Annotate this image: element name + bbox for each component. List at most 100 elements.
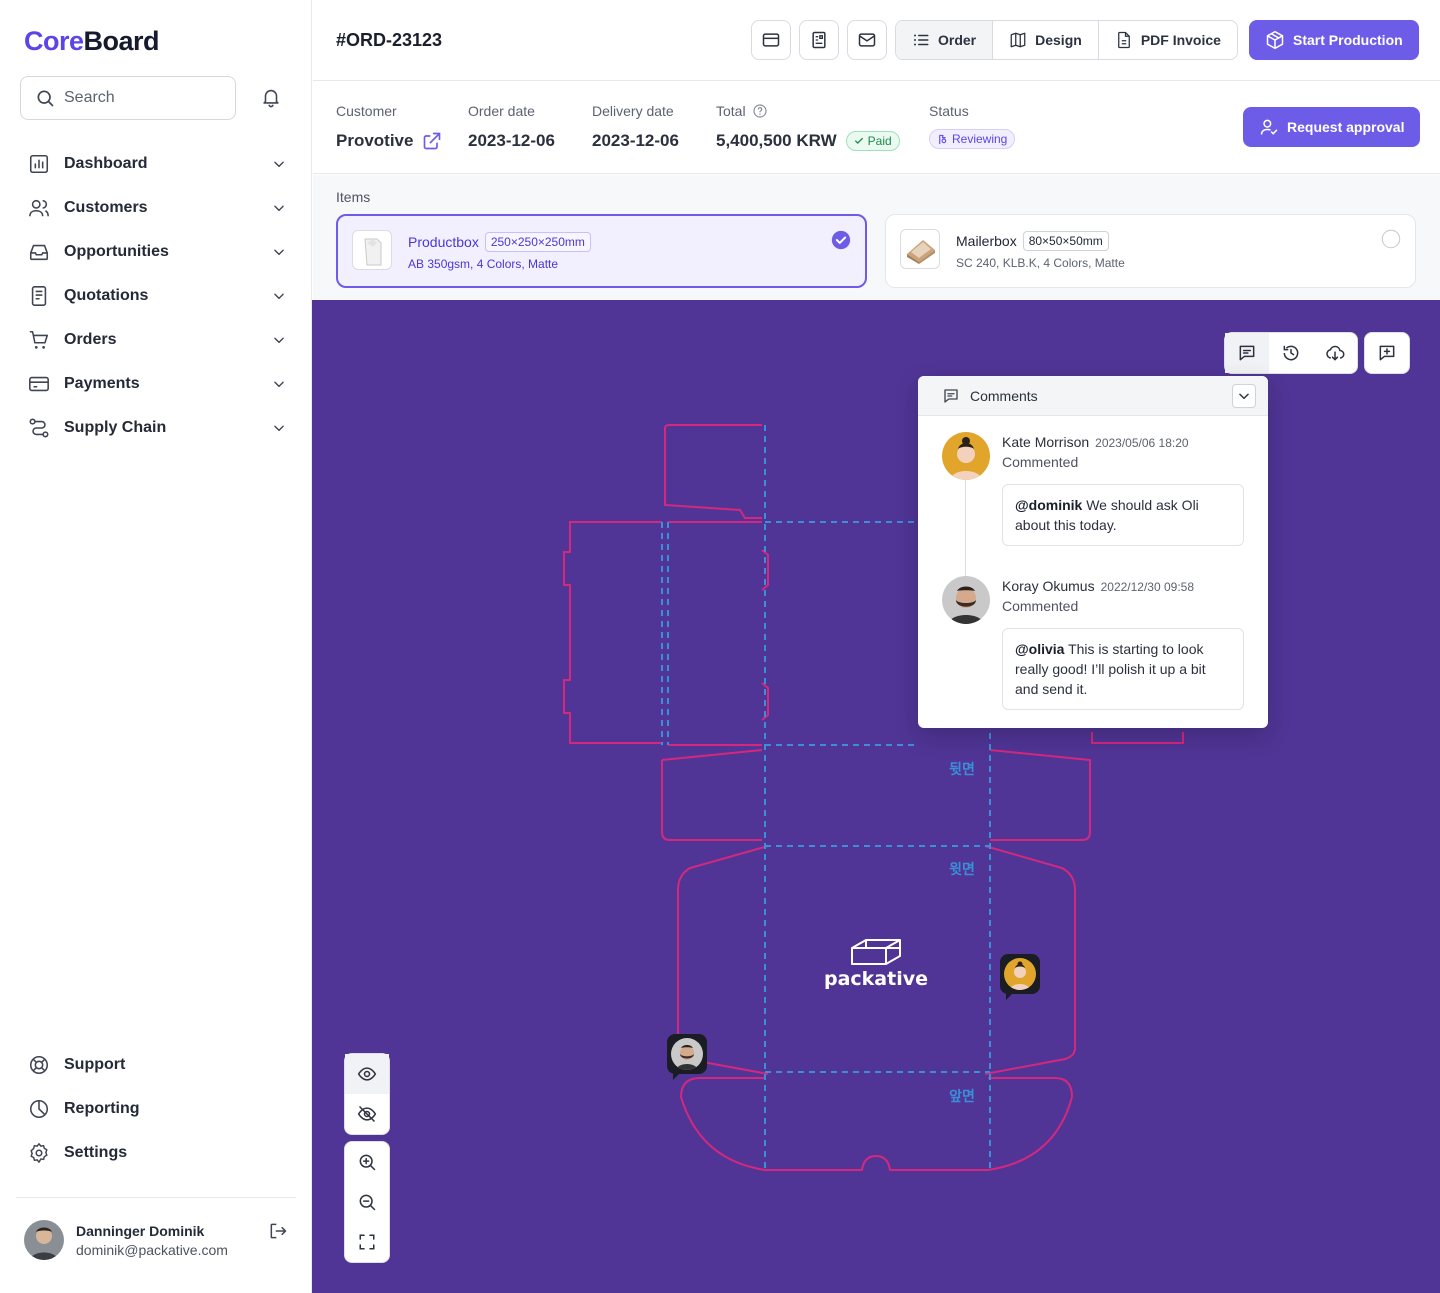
eye-off-icon (357, 1105, 377, 1123)
request-approval-button[interactable]: Request approval (1243, 107, 1421, 147)
canvas-toolbar (1224, 332, 1358, 374)
zoom-in-button[interactable] (345, 1142, 389, 1182)
search-input[interactable]: Search (20, 76, 236, 120)
mention[interactable]: @olivia (1015, 641, 1064, 657)
email-button[interactable] (847, 20, 887, 60)
nav-item-reporting[interactable]: Reporting (28, 1087, 286, 1131)
avatar (942, 432, 990, 480)
comment-pin-kate[interactable] (1000, 954, 1040, 1000)
nav-label: Payments (64, 375, 140, 392)
nav-label: Settings (64, 1144, 128, 1161)
list-icon (914, 34, 929, 46)
item-dimensions: 80×50×50mm (1022, 231, 1109, 251)
receipt-button[interactable] (799, 20, 839, 60)
box-icon (1266, 30, 1284, 50)
comment-action: Commented (1002, 454, 1079, 470)
nav-item-support[interactable]: Support (28, 1043, 286, 1087)
button-label: Request approval (1287, 119, 1405, 135)
comments-title: Comments (970, 387, 1038, 404)
field-label: Customer (336, 103, 397, 119)
check-icon (854, 137, 863, 144)
chevron-down-icon (274, 425, 284, 432)
fullscreen-icon (359, 1234, 375, 1250)
comment-pin-koray[interactable] (667, 1034, 707, 1080)
comment-action: Commented (1002, 598, 1079, 614)
logout-icon[interactable] (268, 1221, 288, 1241)
nav-item-orders[interactable]: Orders (28, 318, 286, 362)
chevron-down-icon (1239, 393, 1249, 400)
panel-label-front: 앞면 (949, 1088, 975, 1105)
tab-label: Design (1035, 32, 1082, 48)
main-nav: Dashboard Customers Opportunities Quotat… (28, 142, 286, 450)
nav-item-dashboard[interactable]: Dashboard (28, 142, 286, 186)
field-label: Total (716, 103, 746, 119)
message-icon (1239, 345, 1255, 361)
comment-author: Koray Okumus (1002, 578, 1095, 594)
comment-time: 2022/12/30 09:58 (1100, 580, 1195, 594)
chevron-down-icon (274, 337, 284, 344)
gear-icon (30, 1143, 48, 1163)
mention[interactable]: @dominik (1015, 497, 1082, 513)
tab-pdf-invoice[interactable]: PDF Invoice (1099, 21, 1237, 59)
layout-icon (1010, 32, 1026, 48)
chevron-down-icon (274, 205, 284, 212)
notifications-bell-icon[interactable] (260, 86, 282, 108)
help-icon[interactable] (752, 103, 768, 119)
items-title: Items (336, 189, 371, 205)
item-name: Mailerbox (956, 233, 1017, 249)
nav-item-quotations[interactable]: Quotations (28, 274, 286, 318)
tab-label: PDF Invoice (1140, 32, 1221, 48)
tab-order[interactable]: Order (896, 21, 994, 59)
nav-item-settings[interactable]: Settings (28, 1131, 286, 1175)
history-button[interactable] (1269, 333, 1313, 373)
radio-unselected-icon[interactable] (1381, 229, 1401, 249)
comments-toggle-button[interactable] (1225, 333, 1269, 373)
delivery-date-field: Delivery date 2023-12-06 (592, 103, 679, 151)
history-icon (1283, 345, 1299, 361)
nav-item-payments[interactable]: Payments (28, 362, 286, 406)
zoom-out-icon (359, 1194, 376, 1211)
external-link-icon[interactable] (422, 131, 442, 151)
nav-label: Opportunities (64, 243, 169, 260)
start-production-button[interactable]: Start Production (1249, 20, 1419, 60)
zoom-out-button[interactable] (345, 1182, 389, 1222)
show-layer-button[interactable] (345, 1054, 389, 1094)
visibility-toolbar (344, 1053, 390, 1135)
item-spec: AB 350gsm, 4 Colors, Matte (408, 257, 559, 271)
check-circle-icon[interactable] (831, 230, 851, 250)
tab-design[interactable]: Design (993, 21, 1099, 59)
comment-body: @olivia This is starting to look really … (1002, 628, 1244, 710)
collapse-comments-button[interactable] (1232, 384, 1256, 408)
comment-body: @dominik We should ask Oli about this to… (1002, 484, 1244, 546)
add-comment-button[interactable] (1365, 333, 1409, 373)
sidebar: CoreBoard Search Dashboard Customers Opp… (0, 0, 312, 1293)
design-canvas[interactable]: 뒷면 윗면 앞면 packative (312, 300, 1440, 1293)
item-card-mailerbox[interactable]: Mailerbox 80×50×50mm SC 240, KLB.K, 4 Co… (885, 214, 1416, 288)
nav-label: Reporting (64, 1100, 140, 1117)
items-section: Items Productbox 250×250×250mm AB 350gsm… (313, 175, 1440, 300)
mail-icon (858, 33, 876, 47)
nav-label: Dashboard (64, 155, 148, 172)
item-card-productbox[interactable]: Productbox 250×250×250mm AB 350gsm, 4 Co… (336, 214, 867, 288)
eye-icon (357, 1067, 377, 1081)
hide-layer-button[interactable] (345, 1094, 389, 1134)
file-icon (1117, 31, 1130, 49)
card-view-button[interactable] (751, 20, 791, 60)
download-button[interactable] (1313, 333, 1357, 373)
nav-item-opportunities[interactable]: Opportunities (28, 230, 286, 274)
nav-item-supply-chain[interactable]: Supply Chain (28, 406, 286, 450)
receipt-icon (812, 31, 826, 49)
user-profile[interactable]: Danninger Dominik dominik@packative.com (24, 1220, 228, 1260)
thread-connector (965, 480, 966, 576)
cloud-download-icon (1326, 345, 1345, 361)
nav-item-customers[interactable]: Customers (28, 186, 286, 230)
user-check-icon (1260, 119, 1278, 135)
fit-screen-button[interactable] (345, 1222, 389, 1262)
product-thumbnail (900, 229, 940, 269)
route-icon (29, 418, 49, 438)
field-label: Order date (468, 103, 535, 119)
app-logo[interactable]: CoreBoard (24, 26, 160, 57)
sidebar-divider (16, 1197, 296, 1198)
panel-label-top: 윗면 (949, 861, 975, 878)
nav-label: Customers (64, 199, 148, 216)
